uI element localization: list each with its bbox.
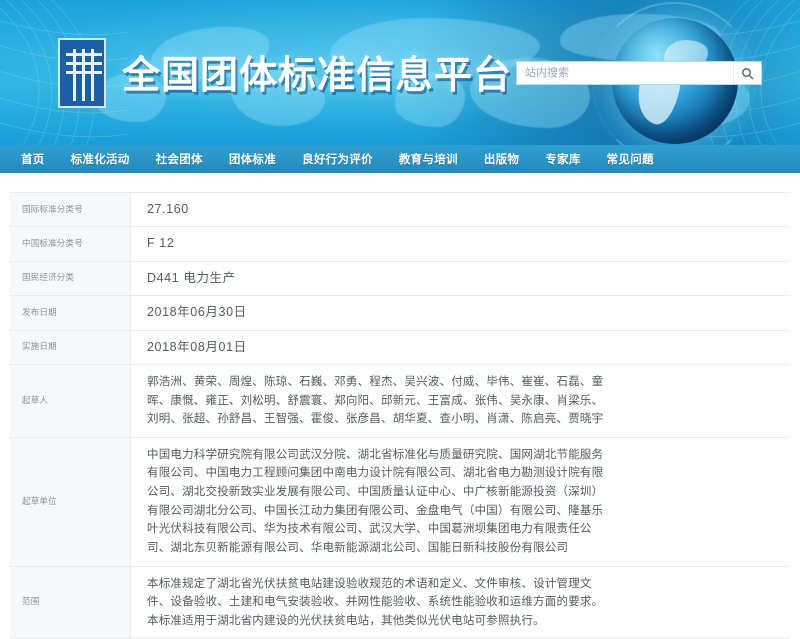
row-label-scope: 范围	[10, 566, 131, 639]
nav-item-good-behavior-evaluation[interactable]: 良好行为评价	[289, 151, 386, 167]
row-label-drafting-units: 起草单位	[10, 437, 131, 567]
drafting-units-line: 有限公司、中国电力工程顾问集团中南电力设计院有限公司、湖北省电力勘测设计院有限	[147, 467, 604, 480]
drafting-units-line: 司、湖北东贝新能源有限公司、华电新能源湖北公司、国能日新科技股份有限公司	[147, 541, 569, 554]
nav-item-education-training[interactable]: 教育与培训	[386, 151, 471, 167]
drafting-units-line: 叶光伏科技有限公司、华为技术有限公司、武汉大学、中国葛洲坝集团电力有限责任公	[147, 523, 592, 536]
search-button[interactable]	[733, 62, 761, 84]
logo-bar	[82, 49, 85, 101]
nav-item-home[interactable]: 首页	[8, 151, 58, 167]
standard-detail-table: 国际标准分类号 27.160 中国标准分类号 F 12 国民经济分类 D441 …	[10, 191, 790, 639]
row-label-drafters: 起草人	[10, 364, 131, 438]
nav-item-faq[interactable]: 常见问题	[594, 151, 667, 167]
row-value-ics-code: 27.160	[130, 191, 790, 228]
site-banner: 全国团体标准信息平台	[0, 0, 800, 145]
nav-item-publications[interactable]: 出版物	[471, 151, 532, 167]
nav-item-group-standards[interactable]: 团体标准	[216, 151, 289, 167]
drafting-units-line: 公司、湖北交投新致实业发展有限公司、中国质量认证中心、中广核新能源投资（深圳）	[147, 486, 604, 498]
nav-item-social-organizations[interactable]: 社会团体	[143, 151, 216, 167]
row-label-effective-date: 实施日期	[10, 330, 131, 365]
table-row-scope: 范围 本标准规定了湖北省光伏扶贫电站建设验收规范的术语和定义、文件审核、设计管理…	[10, 566, 790, 639]
row-value-drafters: 郭浩洲、黄荣、周煌、陈琼、石巍、邓勇、程杰、吴兴波、付威、毕伟、崔崔、石磊、童 …	[130, 364, 790, 438]
row-label-publish-date: 发布日期	[10, 295, 131, 331]
table-row: 中国标准分类号 F 12	[10, 226, 790, 262]
logo-bar	[91, 49, 94, 101]
table-row-drafting-units: 起草单位 中国电力科学研究院有限公司武汉分院、湖北省标准化与质量研究院、国网湖北…	[10, 437, 790, 567]
national-standards-logo[interactable]	[58, 38, 106, 108]
nav-item-expert-database[interactable]: 专家库	[532, 151, 593, 167]
table-row: 发布日期 2018年06月30日	[10, 295, 790, 331]
search-box[interactable]	[516, 61, 762, 85]
table-row: 国际标准分类号 27.160	[10, 191, 790, 228]
row-value-ccs-code: F 12	[130, 226, 790, 262]
row-value-drafting-units: 中国电力科学研究院有限公司武汉分院、湖北省标准化与质量研究院、国网湖北节能服务 …	[130, 437, 790, 567]
drafters-line: 晖、康慨、雍正、刘松明、舒震寰、郑向阳、邱新元、王富成、张伟、吴永康、肖梁乐、	[147, 394, 604, 407]
scope-line: 件、设备验收、土建和电气安装验收、并网性能验收、系统性能验收和运维方面的要求。	[147, 596, 604, 609]
drafting-units-line: 中国电力科学研究院有限公司武汉分院、湖北省标准化与质量研究院、国网湖北节能服务	[147, 448, 604, 461]
drafters-line: 郭浩洲、黄荣、周煌、陈琼、石巍、邓勇、程杰、吴兴波、付威、毕伟、崔崔、石磊、童	[147, 375, 604, 388]
row-label-ccs-code: 中国标准分类号	[10, 226, 131, 262]
content-spacer	[0, 173, 800, 192]
nav-item-standardization-activities[interactable]: 标准化活动	[58, 151, 143, 167]
drafters-line: 刘明、张超、孙舒昌、王智强、霍俊、张彦昌、胡华夏、查小明、肖潇、陈启亮、贾晓宇	[147, 413, 604, 426]
search-input[interactable]	[517, 62, 733, 84]
table-row-drafters: 起草人 郭浩洲、黄荣、周煌、陈琼、石巍、邓勇、程杰、吴兴波、付威、毕伟、崔崔、石…	[10, 364, 790, 438]
table-row: 国民经济分类 D441 电力生产	[10, 261, 790, 297]
scope-line: 本标准规定了湖北省光伏扶贫电站建设验收规范的术语和定义、文件审核、设计管理文	[147, 577, 592, 590]
main-navigation: 首页 标准化活动 社会团体 团体标准 良好行为评价 教育与培训 出版物 专家库 …	[0, 145, 800, 173]
site-title: 全国团体标准信息平台	[122, 53, 513, 97]
row-value-scope: 本标准规定了湖北省光伏扶贫电站建设验收规范的术语和定义、文件审核、设计管理文 件…	[130, 566, 790, 639]
row-label-economy-classification: 国民经济分类	[10, 261, 131, 297]
logo-bar	[73, 49, 76, 101]
scope-line: 本标准适用于湖北省内建设的光伏扶贫电站，其他类似光伏电站可参照执行。	[147, 614, 545, 627]
row-value-economy-classification: D441 电力生产	[130, 261, 790, 297]
drafting-units-line: 有限公司湖北分公司、中国长江动力集团有限公司、金盘电气（中国）有限公司、隆基乐	[147, 504, 604, 517]
row-value-publish-date: 2018年06月30日	[130, 295, 790, 331]
row-value-effective-date: 2018年08月01日	[130, 330, 790, 365]
row-label-ics-code: 国际标准分类号	[10, 191, 131, 228]
table-row: 实施日期 2018年08月01日	[10, 330, 790, 365]
search-icon	[742, 67, 754, 79]
